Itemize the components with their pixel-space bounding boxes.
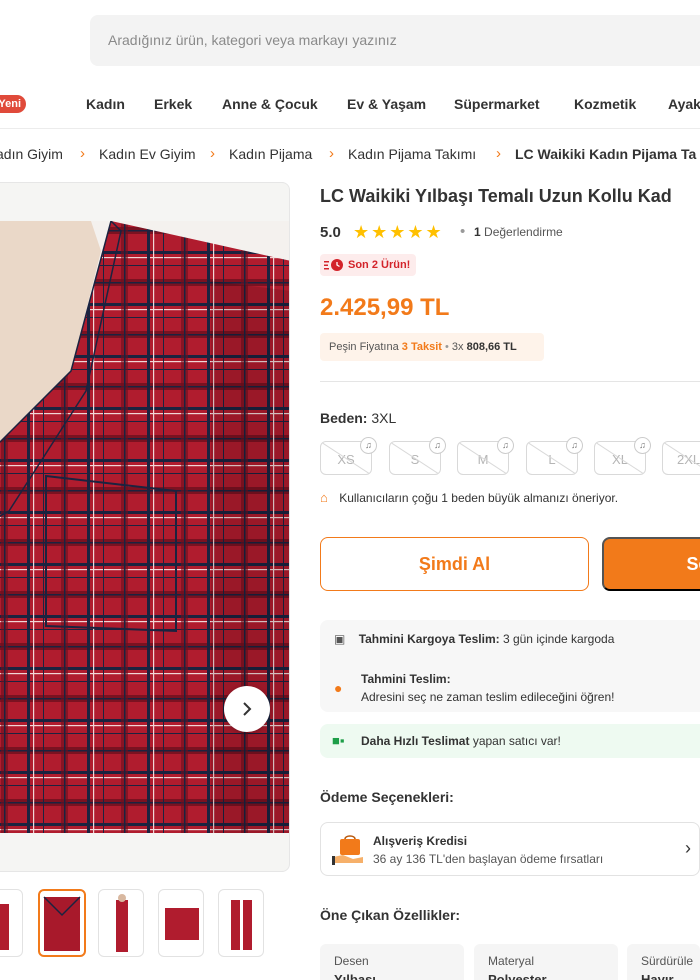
bell-icon[interactable]: ♫: [429, 437, 446, 454]
feature-key: Sürdürüle: [641, 954, 694, 968]
buy-now-button[interactable]: Şimdi Al: [320, 537, 589, 591]
delivery-eta-title: Tahmini Teslim:: [361, 672, 451, 686]
search-placeholder: Aradığınız ürün, kategori veya markayı y…: [108, 32, 397, 48]
cargo-value: 3 gün içinde kargoda: [502, 632, 615, 646]
selected-size: 3XL: [371, 410, 397, 426]
chevron-right-icon: [243, 702, 252, 716]
chevron-right-icon: ›: [496, 145, 501, 162]
size-option-2xl[interactable]: 2XL: [662, 441, 700, 475]
nav-item-erkek[interactable]: Erkek: [154, 96, 192, 112]
size-recommendation: ⌂ Kullanıcıların çoğu 1 beden büyük alma…: [320, 490, 618, 505]
out-of-stock-strike: [663, 442, 700, 467]
separator-dot: •: [460, 223, 466, 240]
fast-delivery-text: yapan satıcı var!: [472, 734, 561, 748]
installment-count: 3x: [451, 341, 464, 353]
feature-value: Hayır: [641, 972, 674, 980]
gallery-thumbnail[interactable]: [0, 889, 23, 957]
divider: [320, 381, 700, 382]
feature-key: Materyal: [488, 954, 535, 968]
gallery-thumbnail[interactable]: [158, 889, 204, 957]
location-pin-icon: ●: [334, 680, 343, 696]
rating-score: 5.0: [320, 224, 341, 241]
nav-item-ev-yasam[interactable]: Ev & Yaşam: [347, 96, 426, 112]
review-label: Değerlendirme: [484, 225, 563, 239]
stock-badge: Son 2 Ürün!: [320, 254, 417, 276]
chevron-right-icon: ›: [329, 145, 334, 162]
hanger-icon: ⌂: [320, 490, 328, 505]
chevron-right-icon: ›: [685, 838, 691, 858]
bell-icon[interactable]: ♫: [566, 437, 583, 454]
size-label-title: Beden:: [320, 410, 368, 426]
breadcrumb-item[interactable]: adın Giyim: [0, 146, 63, 162]
feature-value: Yılbaşı: [334, 972, 376, 980]
fast-delivery-label: Daha Hızlı Teslimat: [361, 734, 470, 748]
fast-delivery-banner[interactable]: ■▪ Daha Hızlı Teslimat yapan satıcı var!: [320, 724, 700, 758]
low-stock-clock-icon: [324, 259, 343, 271]
shopping-credit-card[interactable]: Alışveriş Kredisi 36 ay 136 TL'den başla…: [320, 822, 700, 876]
shopping-bag-icon: [332, 835, 363, 865]
payment-options-title: Ödeme Seçenekleri:: [320, 789, 454, 805]
chevron-right-icon: ›: [80, 145, 85, 162]
product-price: 2.425,99 TL: [320, 294, 450, 321]
bell-icon[interactable]: ♫: [634, 437, 651, 454]
gallery-thumbnail[interactable]: [218, 889, 264, 957]
star-rating-icon: ★★★★★: [353, 222, 444, 242]
truck-icon: ■▪: [332, 733, 345, 748]
nav-divider: [0, 128, 700, 129]
gallery-thumbnail[interactable]: [98, 889, 144, 957]
feature-key: Desen: [334, 954, 369, 968]
review-count-link[interactable]: 1 Değerlendirme: [474, 225, 563, 239]
installment-info: Peşin Fiyatına 3 Taksit • 3x 808,66 TL: [320, 333, 544, 361]
chevron-right-icon: ›: [210, 145, 215, 162]
nav-item-ayakkabi[interactable]: Ayak: [668, 96, 700, 112]
bell-icon[interactable]: ♫: [497, 437, 514, 454]
product-name: Yılbaşı Temalı Uzun Kollu Kad: [415, 186, 672, 206]
delivery-info: ▣ Tahmini Kargoya Teslim: 3 gün içinde k…: [320, 620, 700, 712]
credit-title: Alışveriş Kredisi: [373, 834, 468, 848]
cargo-estimate: ▣ Tahmini Kargoya Teslim: 3 gün içinde k…: [334, 632, 614, 646]
size-tip-text: Kullanıcıların çoğu 1 beden büyük almanı…: [339, 491, 619, 505]
feature-value: Polyester: [488, 972, 547, 980]
nav-item-anne-cocuk[interactable]: Anne & Çocuk: [222, 96, 318, 112]
product-gallery: [0, 182, 290, 872]
next-image-button[interactable]: [224, 686, 270, 732]
feature-card: Desen Yılbaşı: [320, 944, 464, 980]
nav-item-kadin[interactable]: Kadın: [86, 96, 125, 112]
add-to-cart-button[interactable]: Sep: [602, 537, 700, 591]
feature-card: Materyal Polyester: [474, 944, 618, 980]
gallery-thumbnail[interactable]: [38, 889, 86, 957]
breadcrumb-current[interactable]: LC Waikiki Kadın Pijama Ta: [515, 146, 696, 162]
breadcrumb: adın Giyim › Kadın Ev Giyim › Kadın Pija…: [0, 145, 700, 164]
stock-badge-text: Son 2 Ürün!: [348, 259, 411, 271]
search-input[interactable]: Aradığınız ürün, kategori veya markayı y…: [90, 15, 700, 66]
installment-highlight: 3 Taksit: [401, 341, 442, 353]
separator-dot: •: [444, 341, 449, 353]
product-image[interactable]: [0, 219, 289, 833]
product-title: LC Waikiki Yılbaşı Temalı Uzun Kollu Kad: [320, 186, 700, 208]
category-nav: Kadın Erkek Anne & Çocuk Ev & Yaşam Süpe…: [0, 96, 700, 116]
breadcrumb-item[interactable]: Kadın Ev Giyim: [99, 146, 195, 162]
breadcrumb-item[interactable]: Kadın Pijama: [229, 146, 312, 162]
size-label: Beden: 3XL: [320, 410, 396, 426]
package-icon: ▣: [334, 632, 346, 646]
product-brand[interactable]: LC Waikiki: [320, 186, 410, 206]
features-title: Öne Çıkan Özellikler:: [320, 907, 461, 923]
delivery-eta-link[interactable]: Adresini seç ne zaman teslim edileceğini…: [361, 690, 614, 704]
review-count: 1: [474, 225, 481, 239]
installment-amount: 808,66 TL: [466, 341, 517, 353]
breadcrumb-item[interactable]: Kadın Pijama Takımı: [348, 146, 476, 162]
installment-prefix: Peşin Fiyatına: [329, 341, 399, 353]
bell-icon[interactable]: ♫: [360, 437, 377, 454]
cargo-label: Tahmini Kargoya Teslim:: [358, 632, 500, 646]
nav-item-kozmetik[interactable]: Kozmetik: [574, 96, 636, 112]
feature-card: Sürdürüle Hayır: [627, 944, 700, 980]
nav-item-supermarket[interactable]: Süpermarket: [454, 96, 540, 112]
credit-text: 36 ay 136 TL'den başlayan ödeme fırsatla…: [373, 852, 604, 866]
